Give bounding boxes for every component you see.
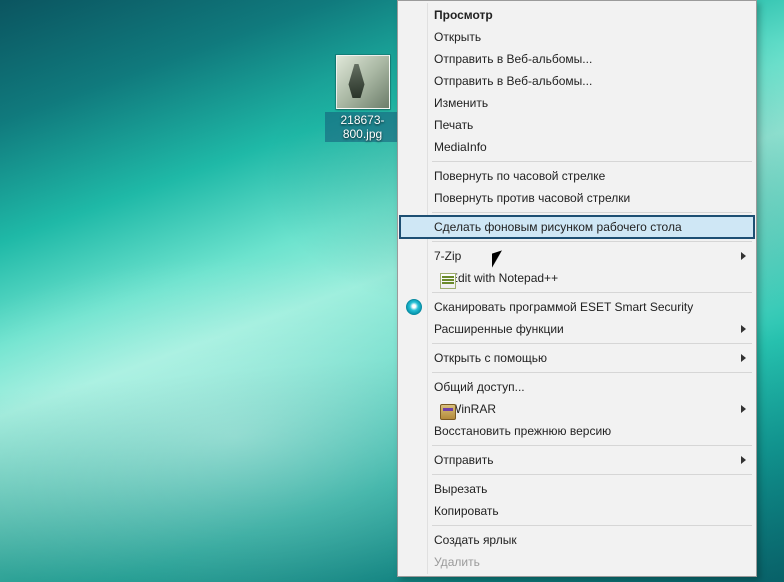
submenu-arrow-icon (741, 354, 746, 362)
context-menu[interactable]: Просмотр Открыть Отправить в Веб-альбомы..… (397, 0, 757, 577)
menu-separator (432, 372, 752, 373)
submenu-arrow-icon (741, 252, 746, 260)
submenu-arrow-icon (741, 325, 746, 333)
menu-item[interactable]: WinRAR (400, 398, 754, 420)
menu-item-label: Отправить в Веб-альбомы... (434, 74, 592, 88)
menu-item[interactable]: Повернуть против часовой стрелки (400, 187, 754, 209)
menu-item-label: Общий доступ... (434, 380, 525, 394)
menu-item-label: Повернуть против часовой стрелки (434, 191, 630, 205)
menu-item[interactable]: Отправить (400, 449, 754, 471)
menu-item-label: WinRAR (450, 402, 496, 416)
menu-separator (432, 474, 752, 475)
desktop-file-icon[interactable]: 218673- 800.jpg (325, 55, 400, 142)
menu-item[interactable]: Расширенные функции (400, 318, 754, 340)
menu-item[interactable]: Копировать (400, 500, 754, 522)
menu-item: Удалить (400, 551, 754, 573)
menu-item[interactable]: Создать ярлык (400, 529, 754, 551)
menu-item[interactable]: Восстановить прежнюю версию (400, 420, 754, 442)
menu-item-label: Edit with Notepad++ (450, 271, 558, 285)
menu-item[interactable]: Сделать фоновым рисунком рабочего стола (400, 216, 754, 238)
menu-item[interactable]: Общий доступ... (400, 376, 754, 398)
menu-item[interactable]: Изменить (400, 92, 754, 114)
menu-separator (432, 445, 752, 446)
notepadpp-icon (440, 273, 456, 289)
menu-item-label: Печать (434, 118, 473, 132)
menu-item[interactable]: Открыть (400, 26, 754, 48)
file-thumbnail (336, 55, 390, 109)
menu-item[interactable]: Просмотр (400, 4, 754, 26)
menu-item-label: Удалить (434, 555, 480, 569)
menu-item[interactable]: Отправить в Веб-альбомы... (400, 70, 754, 92)
menu-item-label: Расширенные функции (434, 322, 564, 336)
file-label: 218673- 800.jpg (325, 112, 400, 142)
menu-item[interactable]: Повернуть по часовой стрелке (400, 165, 754, 187)
menu-item[interactable]: Вырезать (400, 478, 754, 500)
menu-item[interactable]: MediaInfo (400, 136, 754, 158)
menu-separator (432, 161, 752, 162)
menu-item[interactable]: Печать (400, 114, 754, 136)
menu-separator (432, 292, 752, 293)
winrar-icon (440, 404, 456, 420)
menu-item[interactable]: 7-Zip (400, 245, 754, 267)
menu-item-label: Сделать фоновым рисунком рабочего стола (434, 220, 682, 234)
menu-separator (432, 241, 752, 242)
menu-item[interactable]: Edit with Notepad++ (400, 267, 754, 289)
menu-item-label: Создать ярлык (434, 533, 517, 547)
menu-item[interactable]: Открыть с помощью (400, 347, 754, 369)
menu-separator (432, 212, 752, 213)
menu-item-label: Изменить (434, 96, 488, 110)
menu-item-label: 7-Zip (434, 249, 461, 263)
menu-item-label: Повернуть по часовой стрелке (434, 169, 605, 183)
menu-item-label: Восстановить прежнюю версию (434, 424, 611, 438)
menu-item-label: Открыть (434, 30, 481, 44)
eset-icon (406, 299, 422, 315)
menu-item-label: Отправить в Веб-альбомы... (434, 52, 592, 66)
menu-separator (432, 525, 752, 526)
menu-item[interactable]: Отправить в Веб-альбомы... (400, 48, 754, 70)
menu-item-label: Копировать (434, 504, 499, 518)
submenu-arrow-icon (741, 456, 746, 464)
submenu-arrow-icon (741, 405, 746, 413)
menu-item[interactable]: Сканировать программой ESET Smart Securi… (400, 296, 754, 318)
menu-item-label: Открыть с помощью (434, 351, 547, 365)
menu-item-label: MediaInfo (434, 140, 487, 154)
menu-item-label: Просмотр (434, 8, 493, 22)
menu-separator (432, 343, 752, 344)
menu-item-label: Отправить (434, 453, 494, 467)
menu-item-label: Вырезать (434, 482, 487, 496)
menu-item-label: Сканировать программой ESET Smart Securi… (434, 300, 693, 314)
